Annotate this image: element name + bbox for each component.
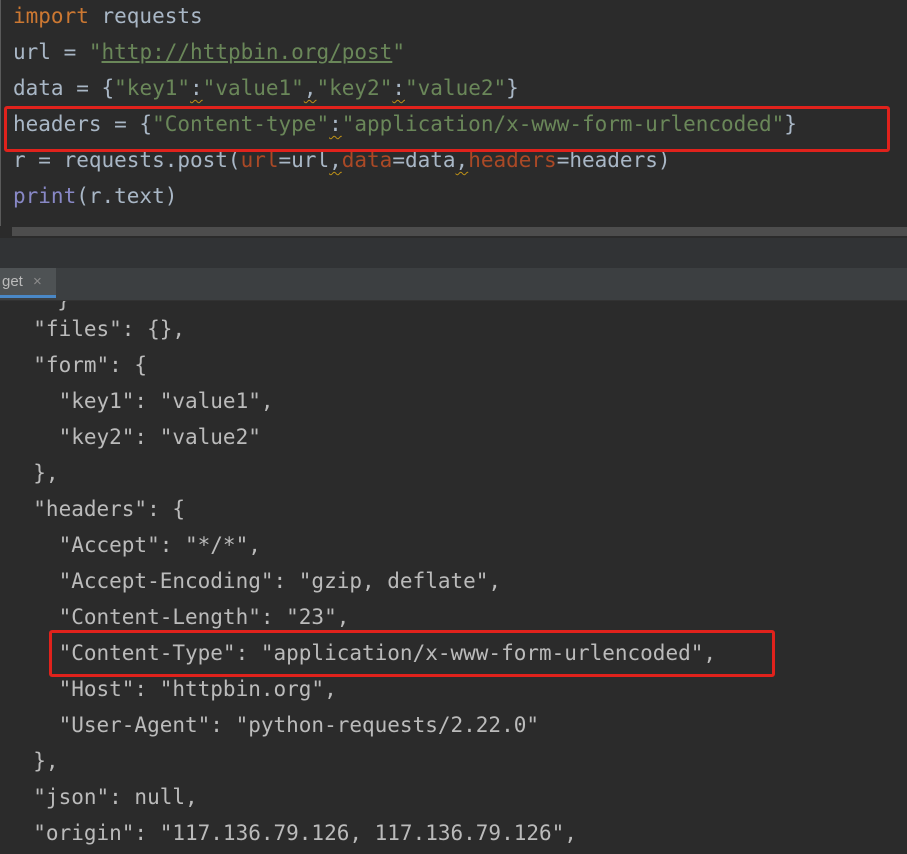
panel-divider: [0, 238, 907, 268]
code-text: =headers): [556, 148, 671, 172]
code-text: headers = {: [13, 112, 153, 136]
close-icon[interactable]: ×: [33, 273, 42, 290]
console-line: "key2": "value2": [8, 425, 261, 449]
code-text: ,: [303, 76, 317, 100]
keyword-argument: headers: [468, 148, 557, 172]
string-literal: "value1": [202, 76, 304, 100]
console-line: "files": {},: [8, 317, 186, 341]
url-link[interactable]: http://httpbin.org/post: [102, 40, 393, 64]
console-line: "Accept": "*/*",: [8, 533, 261, 557]
code-text: requests: [88, 4, 203, 28]
code-text: =url: [278, 148, 330, 172]
keyword-argument: data: [341, 148, 393, 172]
console-line: "origin": "117.136.79.126, 117.136.79.12…: [8, 821, 577, 845]
console-line: "User-Agent": "python-requests/2.22.0": [8, 713, 540, 737]
code-text: :: [329, 112, 342, 136]
console-line: "Content-Type": "application/x-www-form-…: [8, 641, 717, 665]
console-line: "Accept-Encoding": "gzip, deflate",: [8, 569, 502, 593]
run-console-output[interactable]: } "files": {}, "form": { "key1": "value1…: [0, 301, 907, 854]
string-literal: "key2": [316, 76, 393, 100]
run-tab-get[interactable]: get ×: [0, 268, 56, 298]
console-line: "headers": {: [8, 497, 186, 521]
string-literal: "key1": [114, 76, 191, 100]
code-line-5[interactable]: r = requests.post(url=url,data=data,head…: [13, 145, 671, 175]
string-quote: ": [88, 40, 102, 64]
console-line: },: [8, 461, 59, 485]
code-text: }: [506, 76, 519, 100]
console-line: },: [8, 749, 59, 773]
code-text: =data: [392, 148, 456, 172]
editor-left-border: [0, 0, 1, 238]
console-line: "form": {: [8, 353, 148, 377]
console-line: "json": null,: [8, 785, 198, 809]
code-text: :: [190, 76, 203, 100]
code-text: ,: [329, 148, 342, 172]
string-quote: ": [392, 40, 405, 64]
keyword-argument: url: [240, 148, 279, 172]
code-text: data = {: [13, 76, 115, 100]
console-line: "Content-Length": "23",: [8, 605, 350, 629]
code-line-6[interactable]: print(r.text): [13, 181, 177, 211]
code-line-4[interactable]: headers = {"Content-type":"application/x…: [13, 109, 797, 139]
code-text: ,: [455, 148, 469, 172]
code-line-2[interactable]: url = "http://httpbin.org/post": [13, 37, 405, 67]
run-tabbar: get ×: [0, 268, 907, 301]
code-text: }: [784, 112, 797, 136]
code-text: (r.text): [76, 184, 178, 208]
string-literal: "application/x-www-form-urlencoded": [341, 112, 785, 136]
console-line: "Host": "httpbin.org",: [8, 677, 337, 701]
keyword-import: import: [13, 4, 89, 28]
code-line-1[interactable]: import requests: [13, 1, 203, 31]
code-line-3[interactable]: data = {"key1":"value1","key2":"value2"}: [13, 73, 519, 103]
string-literal: "Content-type": [152, 112, 330, 136]
horizontal-scrollbar-thumb[interactable]: [12, 227, 907, 236]
code-text: r = requests.post(: [13, 148, 241, 172]
run-tab-label: get: [2, 273, 23, 290]
builtin-print: print: [13, 184, 77, 208]
code-text: :: [392, 76, 405, 100]
code-editor[interactable]: import requests url = "http://httpbin.or…: [0, 0, 907, 238]
code-text: url =: [13, 40, 89, 64]
console-line: "key1": "value1",: [8, 389, 274, 413]
string-literal: "value2": [405, 76, 507, 100]
